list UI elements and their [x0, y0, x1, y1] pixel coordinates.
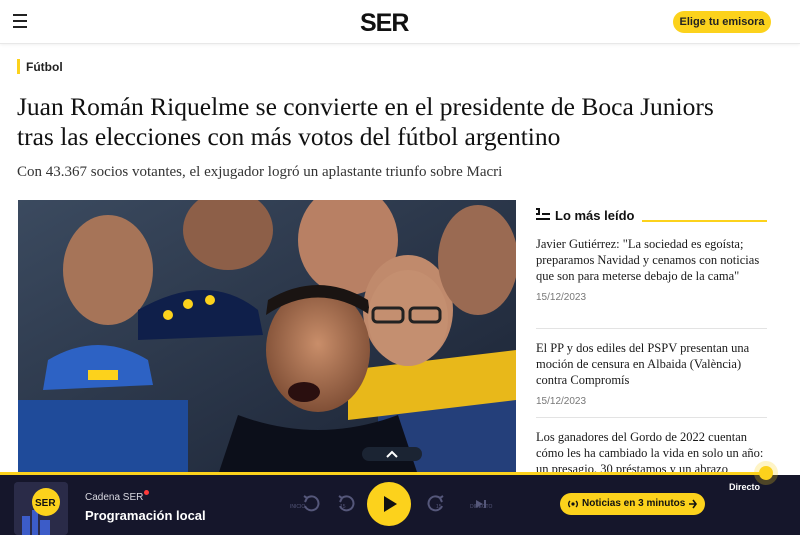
divider [536, 417, 767, 418]
station-name: Cadena SER [85, 492, 144, 503]
most-read-underline [642, 220, 767, 222]
forward-15-icon[interactable] [424, 493, 446, 515]
play-icon [384, 496, 397, 512]
most-read-item-date: 15/12/2023 [536, 292, 587, 303]
svg-text:SER: SER [35, 498, 56, 509]
section-accent-bar [17, 59, 20, 74]
most-read-header: Lo más leído [536, 206, 767, 224]
chevron-up-icon [386, 450, 398, 458]
ser-logo-mark: SER [360, 9, 410, 37]
news-in-3-minutes-button[interactable]: Noticias en 3 minutos [560, 493, 705, 515]
podcast-wave-icon [568, 500, 578, 508]
svg-text:SER: SER [360, 9, 409, 35]
article-subheadline: Con 43.367 socios votantes, el exjugador… [17, 164, 503, 180]
crowd-photo-illustration [18, 200, 516, 475]
arrow-right-icon [689, 499, 697, 509]
program-name: Programación local [85, 508, 206, 523]
most-read-item-title[interactable]: Los ganadores del Gordo de 2022 cuentan … [536, 429, 767, 477]
restart-label: INICIO [290, 504, 306, 510]
news-button-label: Noticias en 3 minutos [582, 498, 686, 509]
hero-collapse-toggle[interactable] [362, 447, 422, 461]
live-label[interactable]: Directo [729, 482, 760, 492]
most-read-title: Lo más leído [555, 208, 635, 223]
section-link[interactable]: Fútbol [26, 60, 63, 74]
hero-photo [18, 200, 516, 475]
play-button[interactable] [367, 482, 411, 526]
most-read-item-title[interactable]: El PP y dos ediles del PSPV presentan un… [536, 340, 767, 388]
hamburger-menu-icon[interactable] [13, 14, 27, 28]
most-read-item-date: 15/12/2023 [536, 396, 587, 407]
most-read-item-title[interactable]: Javier Gutiérrez: "La sociedad es egoíst… [536, 236, 767, 284]
rewind-label: 15 [340, 504, 346, 510]
forward-label: 15 [436, 504, 442, 510]
station-logo: SER [14, 482, 68, 535]
most-read-item[interactable]: Los ganadores del Gordo de 2022 cuentan … [536, 429, 767, 477]
live-indicator-dot [144, 490, 149, 495]
player-progress-handle[interactable] [759, 466, 773, 480]
article-headline: Juan Román Riquelme se convierte en el p… [17, 92, 714, 151]
most-read-item[interactable]: Javier Gutiérrez: "La sociedad es egoíst… [536, 236, 767, 303]
station-logo-art: SER [14, 482, 68, 535]
ser-logo[interactable]: SER [360, 9, 426, 37]
player-progress-bar[interactable] [0, 472, 770, 475]
ranking-icon [536, 208, 550, 220]
most-read-item[interactable]: El PP y dos ediles del PSPV presentan un… [536, 340, 767, 407]
divider [536, 328, 767, 329]
go-live-label: DIRECTO [470, 504, 493, 510]
site-header: SER Elige tu emisora [0, 0, 800, 44]
choose-station-button[interactable]: Elige tu emisora [673, 11, 771, 33]
